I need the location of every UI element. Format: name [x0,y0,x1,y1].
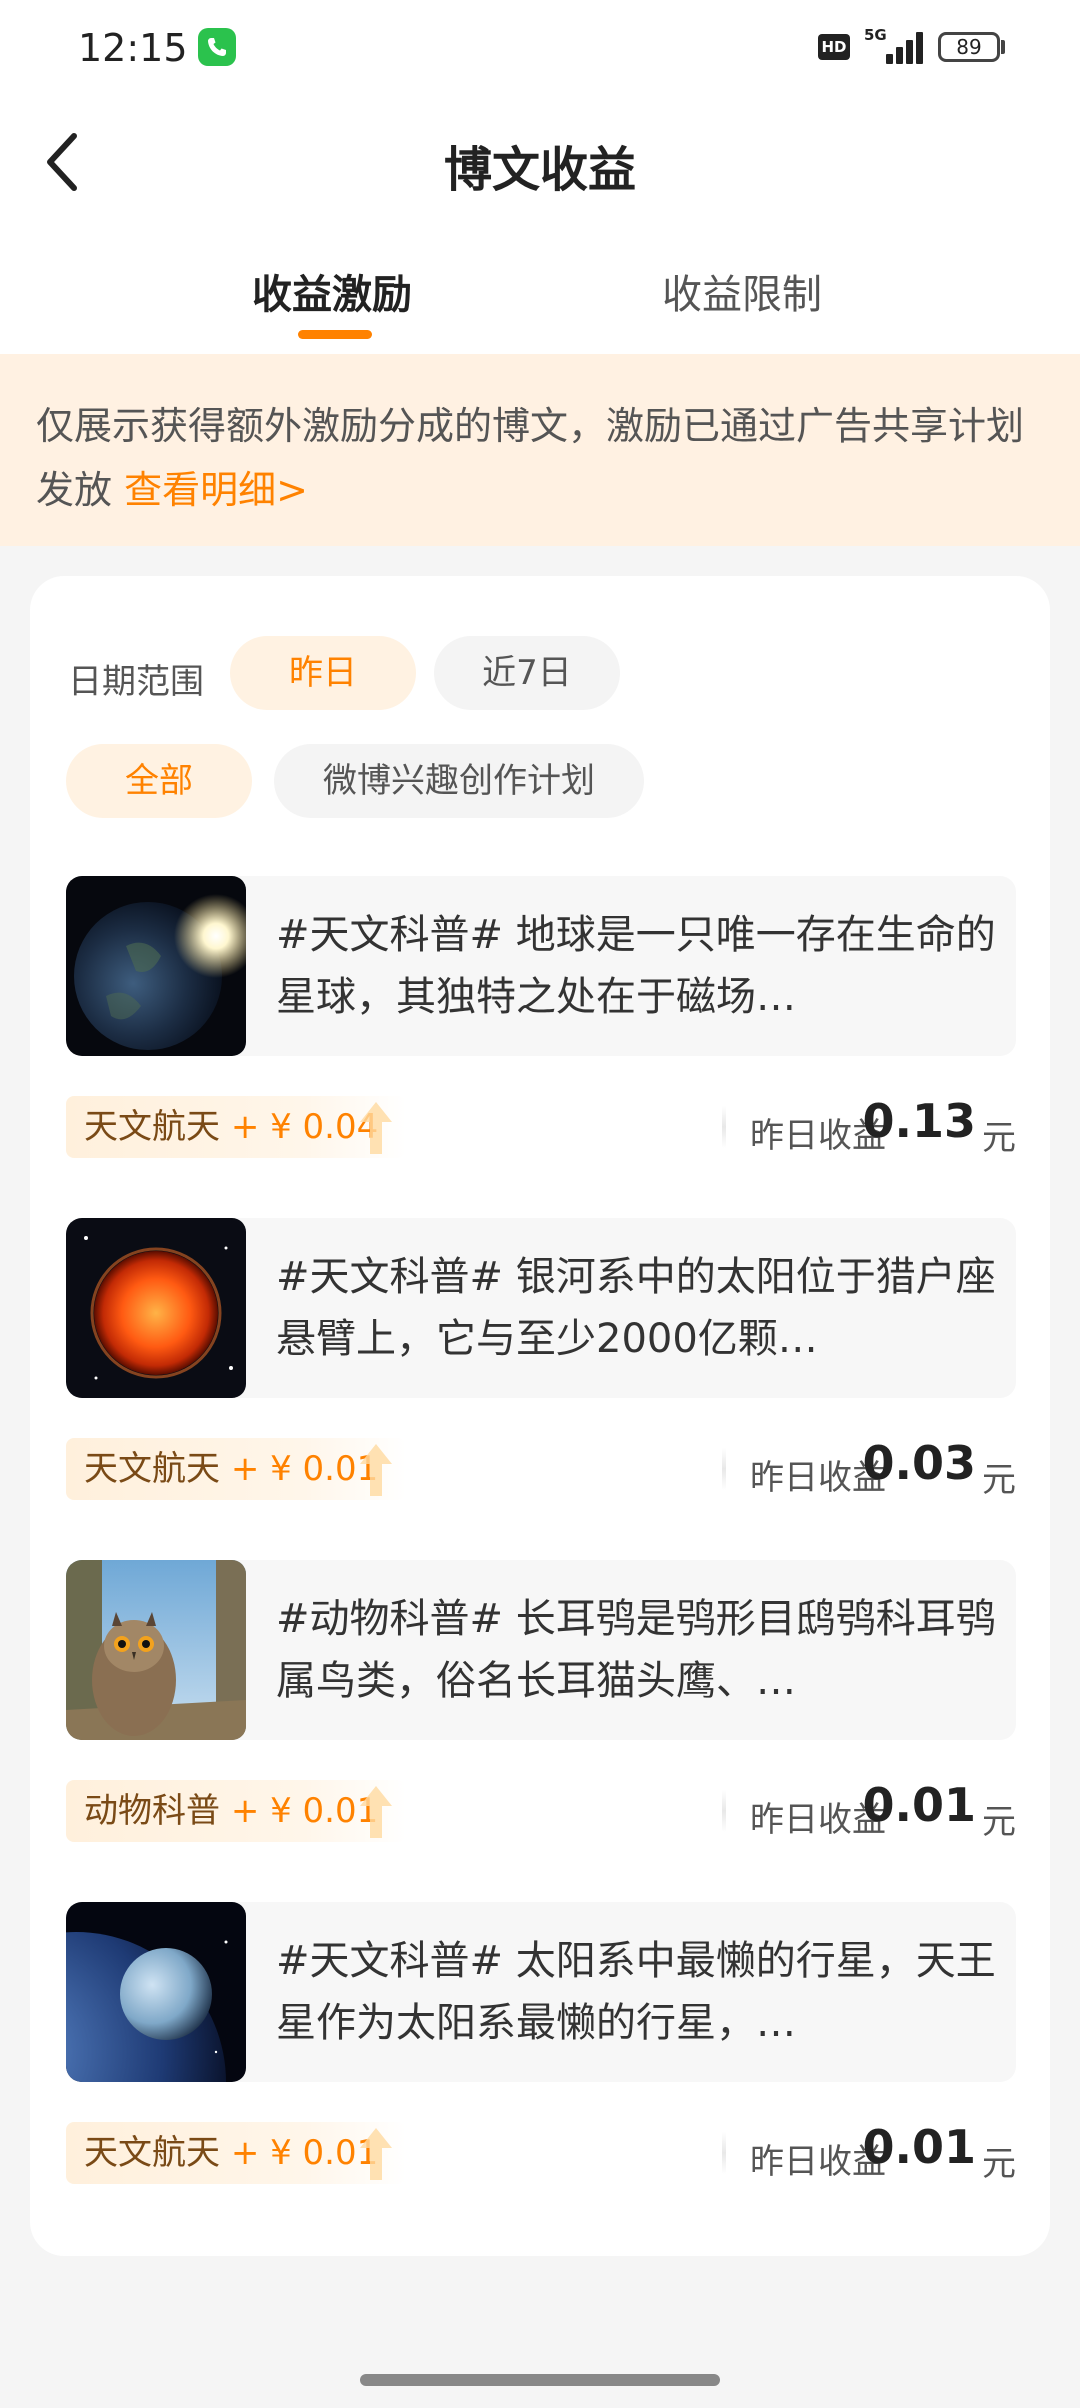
category-label: 动物科普 [84,1791,220,1831]
tab-restriction[interactable]: 收益限制 [662,262,822,320]
date-chip-yesterday[interactable]: 昨日 [230,636,416,710]
currency-unit: 元 [982,1802,1016,1842]
list-item: #天文科普# 地球是一只唯一存在生命的星球，其独特之处在于磁场… 天文航天 + … [66,876,1016,1206]
earnings-value: 0.01 [862,1778,977,1832]
uranus-image [66,1902,246,2082]
category-reward: 天文航天 + ¥ 0.04 [66,1096,406,1158]
earnings-card: 日期范围 昨日 近7日 全部 微博兴趣创作计划 #天文科普# 地球是一只唯一存在… [30,576,1050,2256]
battery-tip [1001,40,1005,54]
post-card[interactable]: #天文科普# 银河系中的太阳位于猎户座悬臂上，它与至少2000亿颗… [66,1218,1016,1398]
active-tab-indicator [298,330,372,339]
earnings-summary: 昨日收益 0.13 元 [616,1092,1016,1162]
header: 博文收益 [0,100,1080,228]
tab-bar: 收益激励 收益限制 [0,228,1080,354]
earnings-value: 0.03 [862,1436,977,1490]
earnings-value: 0.13 [862,1094,977,1148]
category-reward: 天文航天 + ¥ 0.01 [66,1438,406,1500]
earnings-value: 0.01 [862,2120,977,2174]
category-label: 天文航天 [84,1107,220,1147]
tab-incentive[interactable]: 收益激励 [252,262,412,320]
earnings-summary: 昨日收益 0.03 元 [616,1434,1016,1504]
list-item: #动物科普# 长耳鸮是鸮形目鸱鸮科耳鸮属鸟类，俗名长耳猫头鹰、… 动物科普 + … [66,1560,1016,1890]
divider [722,1106,726,1148]
post-card[interactable]: #天文科普# 地球是一只唯一存在生命的星球，其独特之处在于磁场… [66,876,1016,1056]
arrow-up-icon [360,2128,392,2180]
list-item: #天文科普# 银河系中的太阳位于猎户座悬臂上，它与至少2000亿颗… 天文航天 … [66,1218,1016,1548]
post-card[interactable]: #动物科普# 长耳鸮是鸮形目鸱鸮科耳鸮属鸟类，俗名长耳猫头鹰、… [66,1560,1016,1740]
category-label: 天文航天 [84,2133,220,2173]
post-card[interactable]: #天文科普# 太阳系中最懒的行星，天王星作为太阳系最懒的行星，… [66,1902,1016,2082]
currency-unit: 元 [982,1460,1016,1500]
currency-unit: 元 [982,1118,1016,1158]
hd-voice-icon: HD [818,34,850,60]
post-text: #天文科普# 太阳系中最懒的行星，天王星作为太阳系最懒的行星，… [276,1938,996,2046]
divider [722,1448,726,1490]
arrow-up-icon [360,1102,392,1154]
divider [722,2132,726,2174]
category-reward: 天文航天 + ¥ 0.01 [66,2122,406,2184]
divider [722,1790,726,1832]
category-label: 天文航天 [84,1449,220,1489]
currency-unit: 元 [982,2144,1016,2184]
type-chip-interest-plan[interactable]: 微博兴趣创作计划 [274,744,644,818]
clock: 12:15 [78,26,188,70]
date-chip-7days[interactable]: 近7日 [434,636,620,710]
arrow-up-icon [360,1786,392,1838]
category-reward: 动物科普 + ¥ 0.01 [66,1780,406,1842]
arrow-up-icon [360,1444,392,1496]
earnings-summary: 昨日收益 0.01 元 [616,1776,1016,1846]
earth-image [66,876,246,1056]
signal-icon [880,30,926,64]
post-text: #天文科普# 地球是一只唯一存在生命的星球，其独特之处在于磁场… [276,912,996,1020]
post-text: #天文科普# 银河系中的太阳位于猎户座悬臂上，它与至少2000亿颗… [276,1254,996,1362]
owl-image [66,1560,246,1740]
earnings-summary: 昨日收益 0.01 元 [616,2118,1016,2188]
sun-image [66,1218,246,1398]
date-range-label: 日期范围 [68,662,204,702]
phone-call-icon[interactable] [198,28,236,66]
type-chip-all[interactable]: 全部 [66,744,252,818]
status-bar: 12:15 HD 5G 89 [0,0,1080,100]
home-indicator[interactable] [360,2374,720,2386]
list-item: #天文科普# 太阳系中最懒的行星，天王星作为太阳系最懒的行星，… 天文航天 + … [66,1902,1016,2232]
battery-icon: 89 [938,32,1000,62]
notice-banner: 仅展示获得额外激励分成的博文，激励已通过广告共享计划发放 查看明细> [0,354,1080,546]
view-details-link[interactable]: 查看明细> [124,468,308,512]
post-text: #动物科普# 长耳鸮是鸮形目鸱鸮科耳鸮属鸟类，俗名长耳猫头鹰、… [276,1596,996,1704]
page-title: 博文收益 [443,142,636,198]
